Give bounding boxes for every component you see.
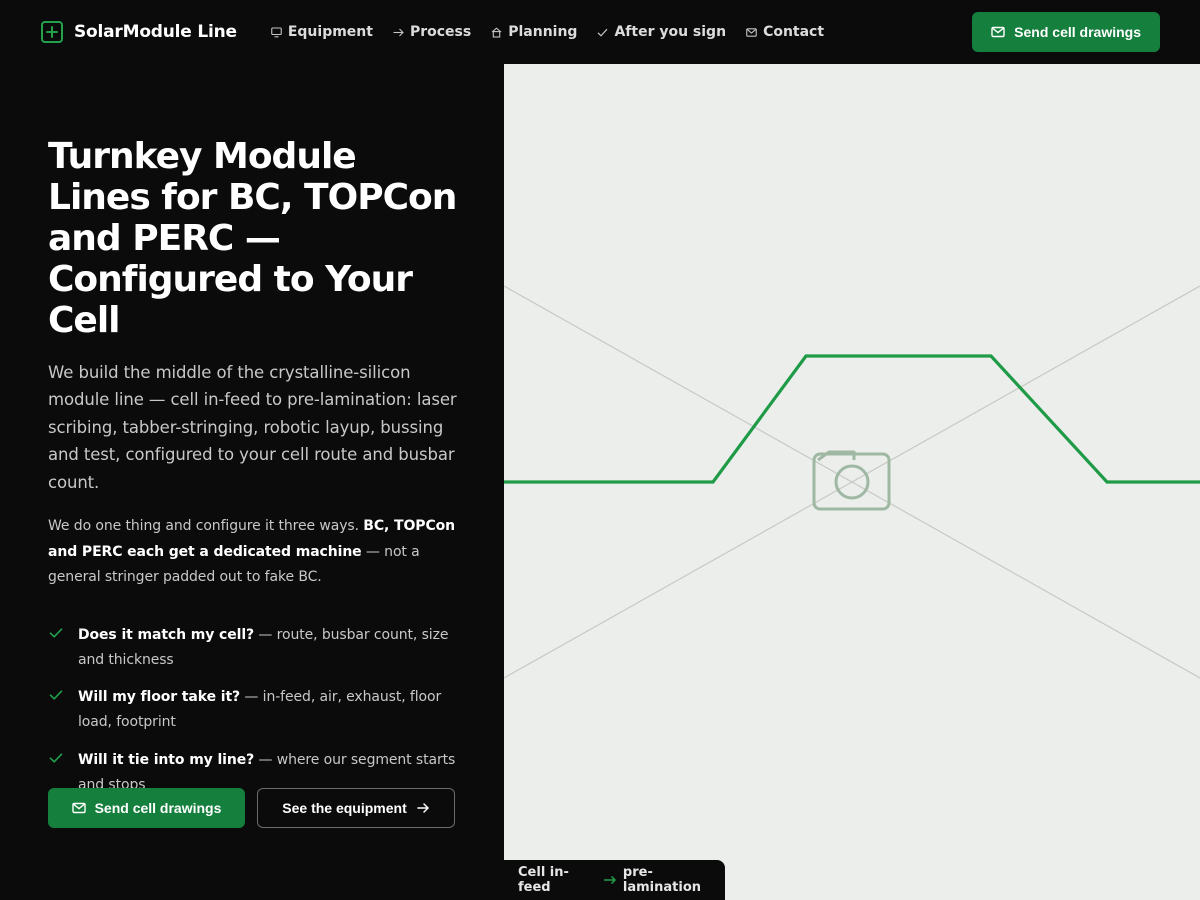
monitor-icon — [271, 26, 282, 38]
check-icon — [48, 625, 64, 641]
header-send-drawings-button[interactable]: Send cell drawings — [972, 12, 1160, 52]
check-icon — [597, 27, 608, 38]
hero-text-column: Turnkey Module Lines for BC, TOPCon and … — [48, 136, 468, 810]
hero-lead: We build the middle of the crystalline-s… — [48, 363, 457, 492]
brand-name: SolarModule Line — [74, 22, 237, 42]
checklist-question: Will my floor take it? — [78, 689, 241, 706]
nav-item-after-you-sign[interactable]: After you sign — [597, 24, 726, 40]
home-icon — [491, 26, 502, 38]
checklist-item: Will my floor take it? — in-feed, air, e… — [48, 685, 468, 735]
nav-item-contact[interactable]: Contact — [746, 24, 824, 40]
arrow-right-icon — [416, 801, 430, 815]
checklist-text: Will my floor take it? — in-feed, air, e… — [78, 685, 468, 735]
nav-item-label: Equipment — [287, 24, 373, 40]
caption-start: Cell in-feed — [518, 865, 569, 895]
nav-item-label: After you sign — [614, 24, 727, 40]
check-icon — [48, 687, 64, 703]
hero-cta-row: Send cell drawings See the equipment — [48, 788, 455, 828]
hero-title: Turnkey Module Lines for BC, TOPCon and … — [48, 136, 457, 341]
mail-icon — [991, 25, 1005, 39]
nav-item-equipment[interactable]: Equipment — [271, 24, 373, 40]
checklist-question: Will it tie into my line? — [78, 751, 255, 768]
hero-image-placeholder — [504, 64, 1200, 900]
media-caption: Cell in-feed pre-lamination — [504, 860, 725, 900]
placeholder-graphic — [504, 285, 1200, 679]
arrow-right-icon — [393, 27, 404, 38]
primary-cta-label: Send cell drawings — [94, 800, 222, 816]
nav-item-label: Planning — [508, 24, 578, 40]
header-cta-label: Send cell drawings — [1014, 24, 1141, 40]
checklist-text: Does it match my cell? — route, busbar c… — [78, 623, 468, 673]
checklist-item: Does it match my cell? — route, busbar c… — [48, 623, 468, 673]
nav-item-process[interactable]: Process — [393, 24, 471, 40]
secondary-cta-label: See the equipment — [282, 800, 407, 816]
mail-icon — [71, 801, 86, 815]
send-cell-drawings-button[interactable]: Send cell drawings — [48, 788, 245, 828]
brand-logo-link[interactable]: SolarModule Line — [40, 20, 237, 44]
hero-note-intro: We do one thing and configure it three w… — [48, 518, 364, 535]
plus-square-icon — [40, 20, 64, 44]
hero-note: We do one thing and configure it three w… — [48, 514, 468, 591]
camera-icon — [812, 450, 891, 511]
caption-end: pre-lamination — [622, 865, 702, 895]
nav-item-label: Contact — [763, 24, 825, 40]
nav-item-planning[interactable]: Planning — [491, 24, 577, 40]
process-line-trace — [504, 354, 1200, 484]
check-icon — [48, 750, 64, 766]
main-nav: Equipment Process Planning After you sig… — [271, 24, 824, 40]
see-equipment-button[interactable]: See the equipment — [257, 788, 455, 828]
mail-icon — [746, 27, 757, 38]
caption-arrow-icon — [603, 875, 617, 885]
checklist-question: Does it match my cell? — [78, 626, 255, 643]
nav-item-label: Process — [409, 24, 472, 40]
hero-checklist: Does it match my cell? — route, busbar c… — [48, 623, 468, 798]
site-header: SolarModule Line Equipment Process Plann… — [0, 0, 1200, 64]
